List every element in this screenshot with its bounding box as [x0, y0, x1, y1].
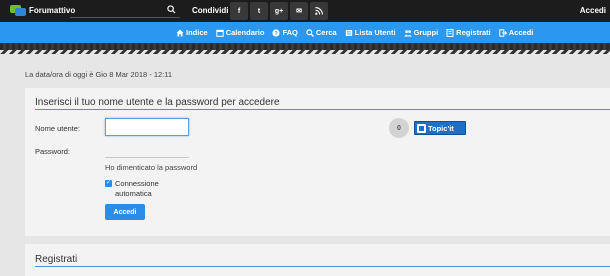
nav-label: Cerca: [315, 28, 337, 37]
nav-label: Lista Utenti: [354, 28, 396, 37]
groups-icon: [403, 29, 412, 36]
mail-icon: ✉: [296, 8, 302, 15]
top-login-link[interactable]: Accedi: [580, 6, 606, 15]
nav-label: FAQ: [282, 28, 298, 37]
nav-label: Indice: [186, 28, 208, 37]
register-panel-title: Registrati: [35, 254, 78, 265]
nav-label: Accedi: [508, 28, 534, 37]
nav-item-accedi[interactable]: Accedi: [499, 28, 534, 37]
help-icon: ?: [272, 28, 281, 37]
search-icon: [306, 28, 314, 37]
email-share-button[interactable]: ✉: [290, 2, 308, 20]
nav-item-calendario[interactable]: Calendario: [215, 28, 265, 37]
divider: [35, 109, 610, 110]
twitter-share-button[interactable]: t: [250, 2, 268, 20]
twitter-icon: t: [257, 7, 261, 15]
brand-name: Forumattivo: [29, 6, 76, 15]
users-icon: [345, 29, 352, 36]
nav-item-gruppi[interactable]: Gruppi: [403, 28, 439, 37]
rss-share-button[interactable]: [310, 2, 328, 20]
auto-login-label[interactable]: Connessione automatica: [115, 179, 175, 199]
nav-label: Gruppi: [413, 28, 439, 37]
googleplus-icon: g+: [274, 7, 284, 15]
login-panel-title: Inserisci il tuo nome utente e la passwo…: [35, 97, 280, 108]
share-label: Condividi :: [192, 6, 234, 15]
login-icon: [499, 28, 507, 37]
username-label: Nome utente:: [35, 124, 81, 133]
nav-item-faq[interactable]: ? FAQ: [272, 28, 298, 37]
nav-item-lista-utenti[interactable]: Lista Utenti: [345, 28, 396, 37]
divider: [35, 266, 610, 267]
nav-item-indice[interactable]: Indice: [176, 28, 208, 37]
facebook-icon: f: [237, 7, 241, 15]
top-bar: Forumattivo Condividi : f t g+ ✉ Accedi: [0, 0, 610, 22]
counter-badge[interactable]: 0: [389, 118, 409, 138]
top-search-input[interactable]: [70, 4, 180, 18]
login-button[interactable]: Accedi: [105, 204, 145, 220]
forgot-password-link[interactable]: Ho dimenticato la password: [105, 163, 197, 172]
facebook-share-button[interactable]: f: [230, 2, 248, 20]
main-nav: Indice Calendario ? FAQ Cerca Lista Uten…: [0, 22, 610, 43]
register-panel: Registrati: [25, 244, 610, 276]
current-date: La data/ora di oggi è Gio 8 Mar 2018 - 1…: [25, 70, 173, 79]
decorative-strip: [0, 43, 610, 54]
login-panel: Inserisci il tuo nome utente e la passwo…: [25, 88, 610, 236]
nav-item-registrati[interactable]: Registrati: [446, 28, 491, 37]
password-label: Password:: [35, 147, 71, 156]
register-icon: [446, 28, 454, 37]
nav-item-cerca[interactable]: Cerca: [306, 28, 337, 37]
brand-link[interactable]: Forumattivo: [10, 4, 75, 17]
search-icon[interactable]: [167, 5, 176, 14]
googleplus-share-button[interactable]: g+: [270, 2, 288, 20]
rss-icon: [315, 7, 323, 15]
password-input[interactable]: [105, 157, 189, 158]
auto-login-checkbox[interactable]: ✓: [105, 180, 112, 187]
calendar-icon: [215, 29, 224, 37]
username-input[interactable]: [105, 118, 189, 136]
topicit-icon: [417, 123, 426, 133]
topicit-label: Topic'it: [428, 123, 454, 133]
home-icon: [176, 29, 184, 36]
nav-label: Calendario: [225, 28, 265, 37]
brand-logo: [10, 4, 26, 17]
nav-label: Registrati: [456, 28, 491, 37]
topicit-button[interactable]: Topic'it: [414, 121, 466, 135]
